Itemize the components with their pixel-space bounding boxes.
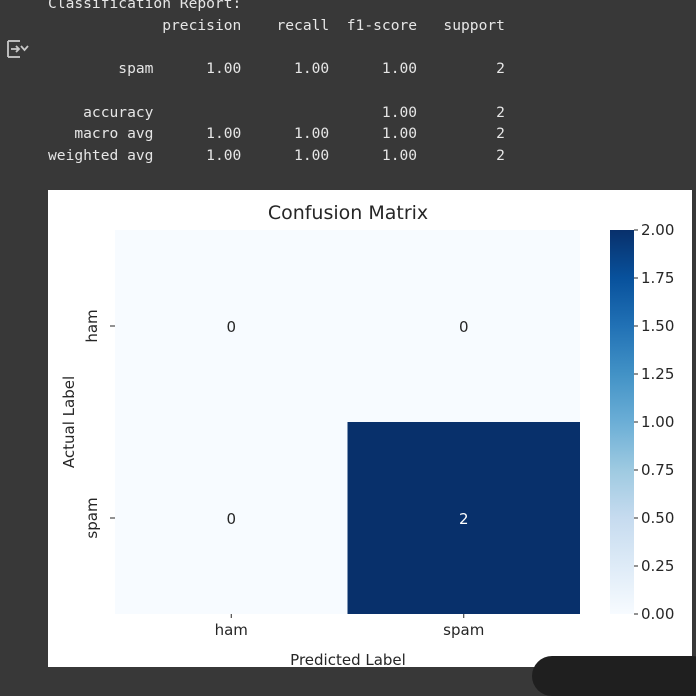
x-tick-label: ham (215, 621, 248, 639)
report-cell: 1.00 (329, 60, 418, 78)
colorbar-tick-label: 0.75 (641, 461, 674, 479)
report-row-label: weighted avg (48, 146, 154, 164)
report-cell: 2 (417, 146, 505, 164)
colorbar-tick-label: 0.00 (641, 605, 674, 623)
report-cell (153, 104, 241, 121)
report-row-label: accuracy (48, 103, 154, 121)
report-row-label: macro avg (48, 125, 154, 143)
x-tick-label: spam (443, 621, 484, 639)
floating-panel-edge (532, 656, 696, 696)
classification-report: Classification Report: precision recall … (48, 0, 505, 167)
colorbar-tick-label: 0.50 (641, 509, 674, 527)
colorbar-gradient (610, 230, 634, 614)
colorbar-tick-label: 1.25 (641, 365, 674, 383)
colorbar-tick-label: 1.75 (641, 269, 674, 287)
report-header: Classification Report: (48, 0, 242, 12)
y-tick-label: spam (83, 497, 101, 538)
report-cell: 1.00 (153, 125, 242, 143)
report-column-header: precision (153, 16, 242, 34)
x-axis-label: Predicted Label (290, 651, 406, 667)
cell-value-label: 0 (226, 318, 236, 336)
report-cell: 1.00 (241, 125, 330, 143)
report-cell: 1.00 (329, 103, 418, 121)
colorbar-tick-label: 1.00 (641, 413, 674, 431)
cell-value-label: 0 (226, 510, 236, 528)
report-cell: 1.00 (153, 60, 242, 78)
y-axis-label: Actual Label (60, 376, 78, 468)
confusion-matrix-figure: Confusion Matrix 0 0 0 2 ham spam ham spam 0.0… (48, 190, 692, 667)
y-tick-label: ham (83, 309, 101, 342)
cell-value-label: 2 (459, 510, 469, 528)
report-column-header: support (417, 16, 505, 34)
report-cell: 1.00 (241, 146, 330, 164)
colorbar-tick-label: 0.25 (641, 557, 674, 575)
cell-value-label: 0 (459, 318, 469, 336)
report-row-label: spam (48, 60, 154, 78)
report-cell: 1.00 (329, 146, 418, 164)
report-cell: 2 (417, 60, 505, 78)
cell-gutter (0, 0, 36, 667)
report-cell: 2 (417, 103, 505, 121)
report-column-header: recall (241, 16, 330, 34)
chart-title: Confusion Matrix (268, 202, 428, 224)
colorbar-tick-label: 2.00 (641, 221, 674, 239)
report-cell: 1.00 (329, 125, 418, 143)
report-cell (241, 104, 329, 121)
report-cell: 1.00 (153, 146, 242, 164)
colorbar-tick-label: 1.50 (641, 317, 674, 335)
report-cell: 2 (417, 125, 505, 143)
report-cell: 1.00 (241, 60, 330, 78)
output-toggle-icon[interactable] (4, 36, 30, 62)
confusion-matrix-chart: Confusion Matrix 0 0 0 2 ham spam ham spam 0.0… (60, 202, 674, 667)
report-column-header: f1-score (329, 16, 418, 34)
